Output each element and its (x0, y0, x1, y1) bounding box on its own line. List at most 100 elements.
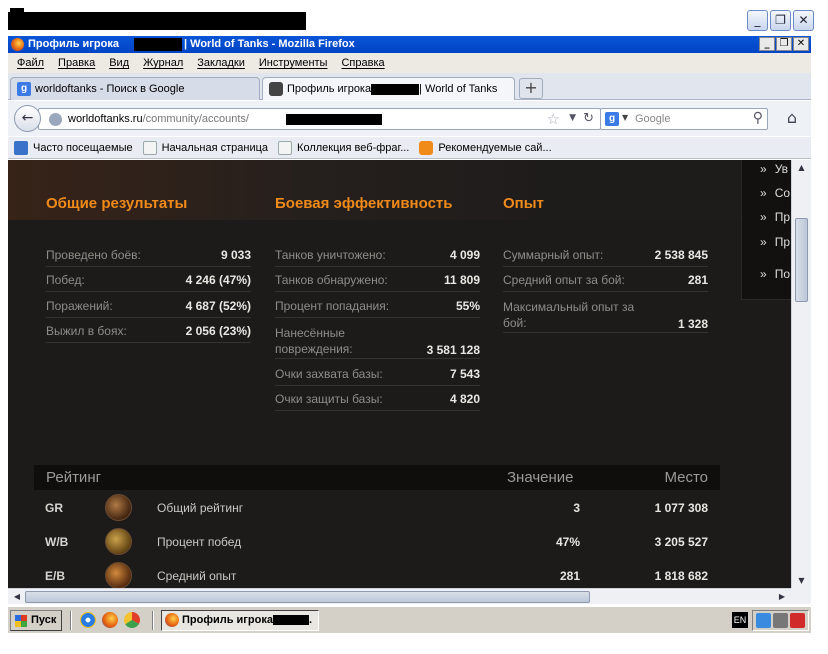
scroll-down-arrow-icon[interactable]: ▼ (794, 573, 809, 588)
bookmark-start-page[interactable]: Начальная страница (142, 140, 268, 155)
side-menu-item[interactable]: » По (760, 267, 790, 281)
menu-bar: Файл Правка Вид Журнал Закладки Инструме… (8, 53, 811, 73)
menu-edit[interactable]: Правка (58, 57, 95, 69)
bookmark-star-icon[interactable]: ☆ (547, 110, 560, 128)
menu-file[interactable]: Файл (17, 57, 44, 69)
firefox-window-controls: _ ❐ ✕ (759, 37, 809, 51)
outer-window-titlebar: _ ❐ ✕ (0, 0, 828, 36)
bookmark-label: Рекомендуемые сай... (438, 141, 552, 154)
url-text: worldoftanks.ru/community/accounts/ (68, 113, 249, 125)
rating-code: W/B (45, 535, 69, 549)
horizontal-scroll-thumb[interactable] (25, 591, 590, 603)
rating-row: E/B Средний опыт 281 1 818 682 (34, 559, 720, 588)
stat-row: Танков обнаружено: 11 809 (275, 273, 480, 292)
page-icon (278, 140, 293, 155)
security-alert-icon[interactable] (790, 613, 805, 628)
search-placeholder: Google (635, 113, 671, 125)
taskbar-separator (152, 611, 154, 630)
outer-window-controls: _ ❐ ✕ (747, 10, 814, 31)
search-box[interactable]: g ▼ Google ⚲ (600, 108, 768, 130)
stat-row: Нанесённые повреждения: 3 581 128 (275, 326, 480, 359)
start-button[interactable]: Пуск (10, 610, 62, 631)
volume-icon[interactable] (773, 613, 788, 628)
side-menu: » Ув » Со » Пр » Пр » По (741, 160, 791, 300)
minimize-button[interactable]: _ (747, 10, 768, 31)
internet-explorer-icon[interactable] (80, 612, 96, 628)
menu-bookmarks[interactable]: Закладки (197, 57, 245, 69)
rating-header-value: Значение (507, 469, 574, 486)
language-indicator[interactable]: EN (732, 612, 748, 628)
tab-google-search[interactable]: g worldoftanks - Поиск в Google (10, 77, 260, 100)
wot-icon (269, 82, 283, 96)
bookmark-web-slice-gallery[interactable]: Коллекция веб-фраг... (278, 140, 410, 155)
navigation-toolbar: worldoftanks.ru/community/accounts/ ☆ ▼ … (8, 101, 811, 136)
rating-name: Средний опыт (157, 569, 237, 583)
menu-history[interactable]: Журнал (143, 57, 183, 69)
google-engine-icon[interactable]: g (605, 112, 619, 126)
restore-button[interactable]: ❐ (770, 10, 791, 31)
chrome-icon[interactable] (124, 612, 140, 628)
url-dropdown-icon[interactable]: ▼ (569, 113, 576, 123)
scroll-corner (791, 588, 811, 604)
back-button[interactable]: ← (14, 105, 41, 132)
scroll-left-arrow-icon[interactable]: ◀ (10, 590, 24, 604)
scroll-up-arrow-icon[interactable]: ▲ (794, 160, 809, 175)
stat-row: Очки захвата базы: 7 543 (275, 367, 480, 386)
side-menu-item[interactable]: » Пр (760, 210, 790, 224)
side-menu-item[interactable]: » Ув (760, 162, 788, 176)
tab-label-suffix: | World of Tanks (419, 83, 498, 95)
bookmarks-toolbar: Часто посещаемые Начальная страница Колл… (8, 137, 811, 159)
ff-minimize-button[interactable]: _ (759, 37, 775, 51)
rating-place: 1 077 308 (654, 501, 708, 515)
tab-label: worldoftanks - Поиск в Google (35, 83, 185, 95)
page-content: » Ув » Со » Пр » Пр » По Общие результаты Про… (8, 160, 791, 588)
rating-place: 1 818 682 (654, 569, 708, 583)
bookmark-label: Коллекция веб-фраг... (297, 141, 410, 154)
rating-name: Общий рейтинг (157, 501, 244, 515)
bookmark-suggested-sites[interactable]: Рекомендуемые сай... (419, 140, 552, 155)
close-button[interactable]: ✕ (793, 10, 814, 31)
taskbar-item-firefox[interactable]: Профиль игрока. (161, 610, 319, 631)
bookmark-label: Часто посещаемые (33, 141, 133, 154)
ff-close-button[interactable]: ✕ (793, 37, 809, 51)
bookmark-most-visited[interactable]: Часто посещаемые (14, 140, 133, 155)
tab-player-profile[interactable]: Профиль игрока | World of Tanks (262, 77, 515, 100)
side-menu-item[interactable]: » Пр (760, 235, 790, 249)
rating-header-name: Рейтинг (46, 469, 102, 486)
stat-row: Проведено боёв: 9 033 (46, 248, 251, 267)
search-icon[interactable]: ⚲ (753, 110, 763, 126)
google-icon: g (17, 82, 31, 96)
menu-tools[interactable]: Инструменты (259, 57, 328, 69)
side-menu-item[interactable]: » Со (760, 186, 790, 200)
windows-taskbar: Пуск Профиль игрока. EN (8, 606, 811, 633)
system-tray (752, 610, 809, 631)
rating-value: 3 (573, 501, 580, 515)
menu-view[interactable]: Вид (109, 57, 129, 69)
rating-row: GR Общий рейтинг 3 1 077 308 (34, 491, 720, 525)
taskbar-separator (70, 611, 72, 630)
horizontal-scrollbar[interactable]: ◀ ▶ (8, 588, 791, 604)
stat-row: Очки защиты базы: 4 820 (275, 392, 480, 411)
site-identity-icon[interactable] (49, 113, 62, 126)
rating-table-header: Рейтинг Значение Место (34, 465, 720, 490)
home-icon[interactable]: ⌂ (781, 108, 803, 130)
ff-restore-button[interactable]: ❐ (776, 37, 792, 51)
scroll-right-arrow-icon[interactable]: ▶ (775, 590, 789, 604)
rating-value: 281 (559, 569, 580, 583)
redacted-url (286, 114, 382, 125)
new-tab-button[interactable]: + (519, 78, 543, 99)
firefox-titlebar: Профиль игрока | World of Tanks - Mozill… (8, 36, 811, 53)
stat-row: Поражений: 4 687 (52%) (46, 299, 251, 318)
reload-icon[interactable]: ↻ (583, 111, 594, 126)
menu-help[interactable]: Справка (341, 57, 384, 69)
vertical-scroll-thumb[interactable] (795, 218, 808, 302)
vertical-scrollbar[interactable]: ▲ ▼ (791, 160, 811, 588)
network-icon[interactable] (756, 613, 771, 628)
redacted-player-name (272, 615, 309, 626)
firefox-quicklaunch-icon[interactable] (102, 612, 118, 628)
url-bar[interactable]: worldoftanks.ru/community/accounts/ ☆ ▼ … (38, 108, 601, 130)
firefox-logo-icon (11, 38, 24, 51)
redacted-title (8, 12, 306, 30)
engine-dropdown-icon[interactable]: ▼ (622, 113, 628, 122)
stat-row: Средний опыт за бой: 281 (503, 273, 708, 292)
